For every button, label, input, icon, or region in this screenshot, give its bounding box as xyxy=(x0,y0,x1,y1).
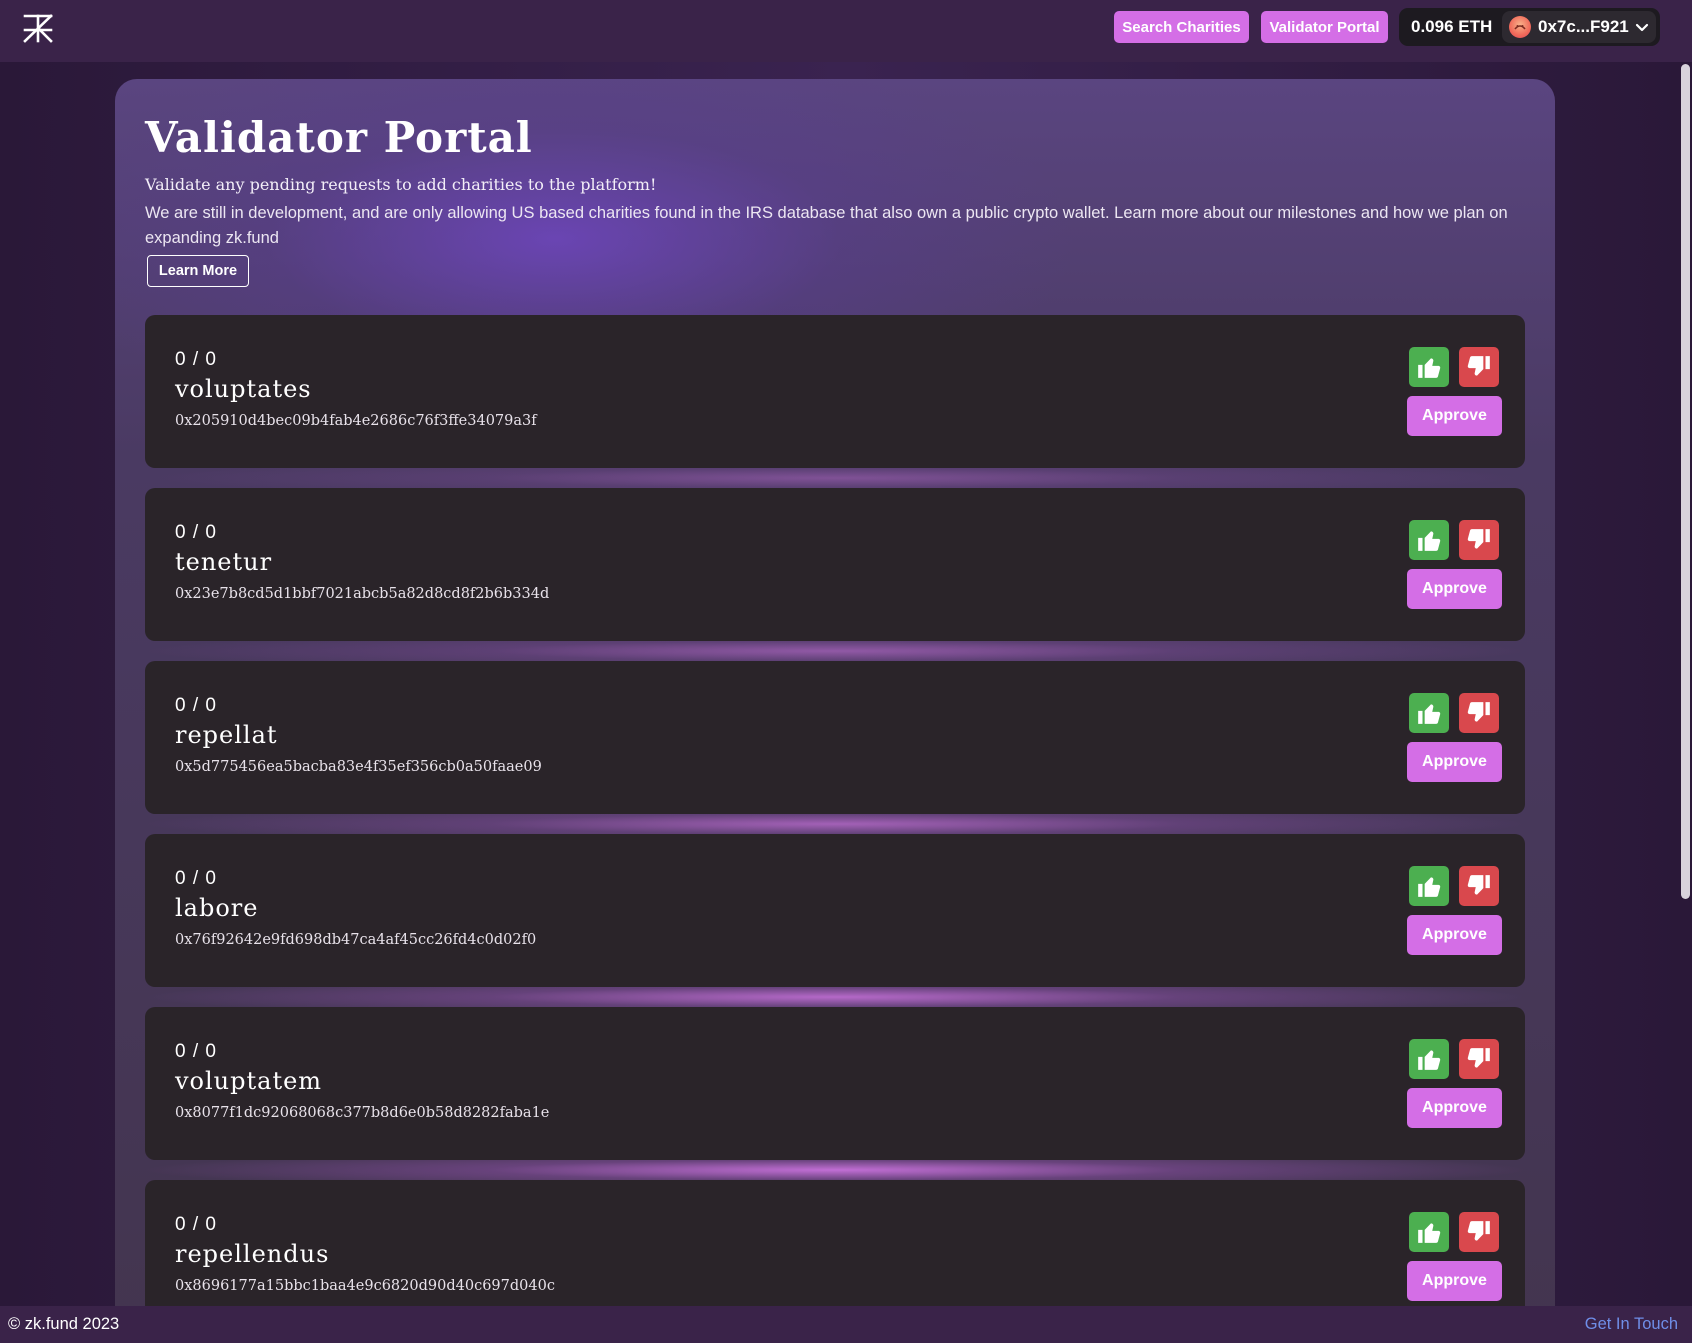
thumbs-down-icon[interactable] xyxy=(1459,1212,1499,1252)
wallet-balance: 0.096 ETH xyxy=(1411,17,1493,36)
approve-button[interactable]: Approve xyxy=(1407,742,1502,782)
charity-name: repellat xyxy=(175,721,278,749)
chevron-down-icon xyxy=(1635,23,1648,32)
charity-name: repellendus xyxy=(175,1240,330,1268)
approve-button[interactable]: Approve xyxy=(1407,915,1502,955)
footer: © zk.fund 2023 Get In Touch xyxy=(0,1306,1692,1343)
thumbs-down-icon[interactable] xyxy=(1459,693,1499,733)
card-divider-glow xyxy=(145,641,1525,661)
vote-count: 0 / 0 xyxy=(175,695,217,716)
thumbs-down-icon[interactable] xyxy=(1459,347,1499,387)
get-in-touch-link[interactable]: Get In Touch xyxy=(1585,1315,1678,1334)
request-card: 0 / 0 voluptatem 0x8077f1dc92068068c377b8d… xyxy=(145,1007,1525,1160)
thumbs-up-icon[interactable] xyxy=(1409,1039,1449,1079)
page-title: Validator Portal xyxy=(145,113,533,162)
thumbs-down-icon[interactable] xyxy=(1459,866,1499,906)
account-menu-button[interactable]: 0x7c...F921 xyxy=(1502,11,1656,43)
request-card: 0 / 0 repellat 0x5d775456ea5bacba83e4f35ef… xyxy=(145,661,1525,814)
scrollbar-thumb[interactable] xyxy=(1681,64,1690,899)
card-divider-glow xyxy=(145,1160,1525,1180)
approve-button[interactable]: Approve xyxy=(1407,569,1502,609)
charity-address: 0x205910d4bec09b4fab4e2686c76f3ffe34079a… xyxy=(175,413,537,429)
request-card: 0 / 0 tenetur 0x23e7b8cd5d1bbf7021abcb5a82… xyxy=(145,488,1525,641)
zk-fund-logo-icon[interactable] xyxy=(22,12,54,44)
thumbs-down-icon[interactable] xyxy=(1459,520,1499,560)
charity-name: voluptates xyxy=(175,375,312,403)
account-address: 0x7c...F921 xyxy=(1538,17,1629,36)
card-divider-glow xyxy=(145,814,1525,834)
vote-count: 0 / 0 xyxy=(175,522,217,543)
approve-button[interactable]: Approve xyxy=(1407,1088,1502,1128)
thumbs-up-icon[interactable] xyxy=(1409,1212,1449,1252)
charity-address: 0x8696177a15bbc1baa4e9c6820d90d40c697d04… xyxy=(175,1278,555,1294)
charity-name: tenetur xyxy=(175,548,273,576)
charity-address: 0x76f92642e9fd698db47ca4af45cc26fd4c0d02… xyxy=(175,932,537,948)
top-nav: Search Charities Validator Portal 0.096 … xyxy=(0,0,1692,62)
vote-count: 0 / 0 xyxy=(175,1214,217,1235)
page-subtitle: Validate any pending requests to add cha… xyxy=(145,175,657,194)
page-description: We are still in development, and are onl… xyxy=(145,204,1508,247)
charity-name: voluptatem xyxy=(175,1067,323,1095)
thumbs-up-icon[interactable] xyxy=(1409,520,1449,560)
approve-button[interactable]: Approve xyxy=(1407,1261,1502,1301)
thumbs-down-icon[interactable] xyxy=(1459,1039,1499,1079)
charity-address: 0x8077f1dc92068068c377b8d6e0b58d8282faba… xyxy=(175,1105,550,1121)
validator-panel: Validator Portal Validate any pending re… xyxy=(115,79,1555,1343)
card-divider-glow xyxy=(145,468,1525,488)
wallet-widget: 0.096 ETH 0x7c...F921 xyxy=(1399,8,1660,46)
vote-count: 0 / 0 xyxy=(175,868,217,889)
vote-count: 0 / 0 xyxy=(175,1041,217,1062)
charity-name: labore xyxy=(175,894,259,922)
charity-address: 0x23e7b8cd5d1bbf7021abcb5a82d8cd8f2b6b33… xyxy=(175,586,550,602)
learn-more-button[interactable]: Learn More xyxy=(147,255,249,287)
request-card: 0 / 0 labore 0x76f92642e9fd698db47ca4af45c… xyxy=(145,834,1525,987)
search-charities-button[interactable]: Search Charities xyxy=(1114,11,1249,43)
thumbs-up-icon[interactable] xyxy=(1409,866,1449,906)
approve-button[interactable]: Approve xyxy=(1407,396,1502,436)
request-card: 0 / 0 voluptates 0x205910d4bec09b4fab4e268… xyxy=(145,315,1525,468)
charity-address: 0x5d775456ea5bacba83e4f35ef356cb0a50faae… xyxy=(175,759,542,775)
card-divider-glow xyxy=(145,987,1525,1007)
thumbs-up-icon[interactable] xyxy=(1409,347,1449,387)
vote-count: 0 / 0 xyxy=(175,349,217,370)
avatar xyxy=(1509,16,1531,38)
validator-portal-button[interactable]: Validator Portal xyxy=(1261,11,1388,43)
copyright-text: © zk.fund 2023 xyxy=(8,1315,120,1333)
thumbs-up-icon[interactable] xyxy=(1409,693,1449,733)
